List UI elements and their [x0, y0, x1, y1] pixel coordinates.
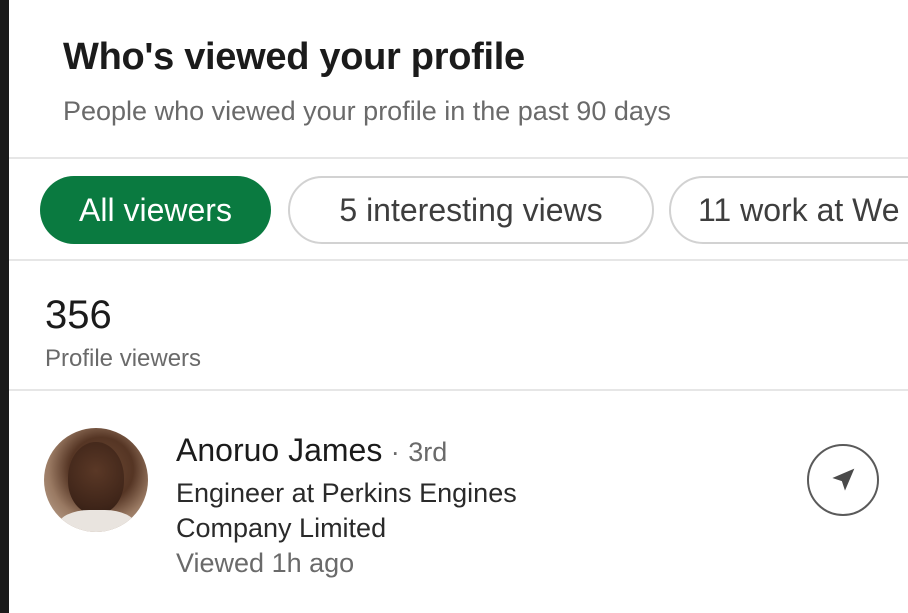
viewer-count-label: Profile viewers [45, 345, 202, 372]
filter-work-at[interactable]: 11 work at We [669, 176, 908, 244]
filter-interesting-views[interactable]: 5 interesting views [288, 176, 654, 244]
page-header: Who's viewed your profile People who vie… [63, 36, 671, 126]
send-message-icon [832, 468, 855, 491]
divider [9, 157, 908, 159]
viewer-count: 356 [45, 293, 112, 337]
avatar-face [68, 442, 124, 514]
separator-dot: · [390, 437, 400, 467]
viewer-stats: 356 Profile viewers [45, 293, 201, 372]
viewer-list-item[interactable]: Anoruo James · 3rd Engineer at Perkins E… [9, 392, 908, 613]
divider [9, 259, 908, 261]
viewed-time: Viewed 1h ago [176, 548, 355, 578]
page-title: Who's viewed your profile [63, 36, 525, 78]
page-subtitle: People who viewed your profile in the pa… [63, 96, 671, 126]
avatar[interactable] [44, 428, 148, 532]
viewer-name-line: Anoruo James · 3rd [176, 432, 447, 469]
filter-all-viewers[interactable]: All viewers [40, 176, 271, 244]
viewer-headline: Engineer at Perkins Engines Company Limi… [176, 478, 517, 543]
connection-degree: 3rd [408, 437, 448, 467]
divider [9, 389, 908, 391]
avatar-shirt [58, 510, 136, 532]
screen: Who's viewed your profile People who vie… [9, 0, 908, 613]
viewer-name[interactable]: Anoruo James [176, 432, 382, 468]
send-message-button[interactable] [807, 444, 879, 516]
